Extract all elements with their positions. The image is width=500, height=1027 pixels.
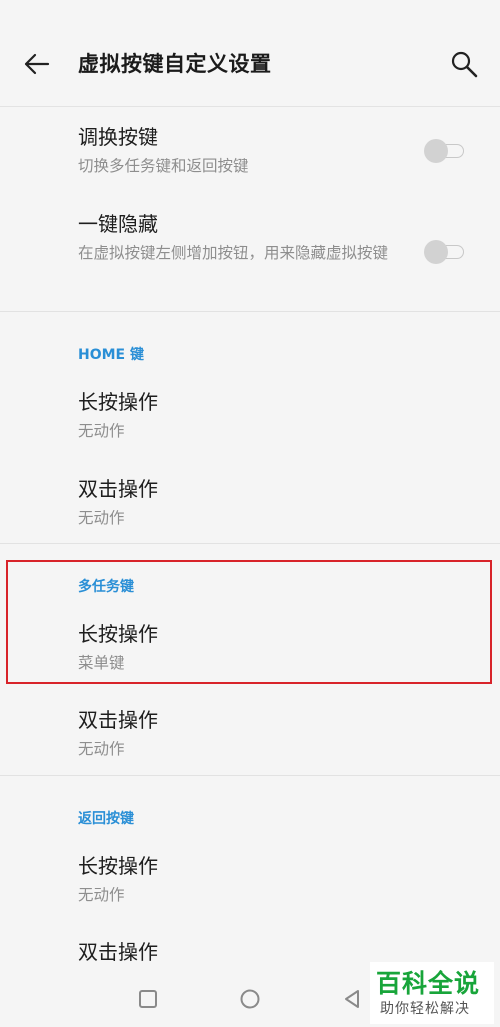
watermark-logo: 百科全说 助你轻松解决: [370, 962, 494, 1024]
one-key-hide-toggle[interactable]: [424, 240, 466, 264]
watermark-title: 百科全说: [376, 969, 481, 998]
section-header-home: HOME 键: [78, 347, 144, 363]
back-button[interactable]: [18, 46, 54, 82]
toggle-thumb: [424, 240, 448, 264]
toggle-thumb: [424, 139, 448, 163]
home-double-tap-item[interactable]: 双击操作 无动作: [78, 475, 158, 533]
item-title: 长按操作: [78, 390, 158, 414]
item-title: 双击操作: [78, 940, 158, 964]
page-title: 虚拟按键自定义设置: [78, 52, 272, 76]
one-key-hide-title: 一键隐藏: [78, 212, 158, 236]
square-icon: [139, 990, 157, 1008]
swap-keys-subtitle: 切换多任务键和返回按键: [78, 157, 249, 175]
search-button[interactable]: [446, 46, 482, 82]
divider: [0, 543, 500, 544]
item-subtitle: 无动作: [78, 740, 125, 758]
swap-keys-setting[interactable]: 调换按键 切换多任务键和返回按键: [78, 123, 249, 181]
one-key-hide-setting[interactable]: 一键隐藏 在虚拟按键左侧增加按钮，用来隐藏虚拟按键: [78, 210, 408, 268]
one-key-hide-subtitle: 在虚拟按键左侧增加按钮，用来隐藏虚拟按键: [78, 244, 389, 262]
back-double-tap-item[interactable]: 双击操作: [78, 938, 158, 966]
item-title: 长按操作: [78, 854, 158, 878]
search-icon: [451, 51, 478, 78]
circle-icon: [240, 989, 260, 1009]
home-button[interactable]: [236, 985, 264, 1017]
section-header-back: 返回按键: [78, 811, 134, 827]
nav-back-button[interactable]: [338, 985, 366, 1017]
swap-keys-toggle[interactable]: [424, 139, 466, 163]
arrow-left-icon: [24, 53, 50, 75]
swap-keys-title: 调换按键: [78, 125, 158, 149]
item-subtitle: 无动作: [78, 886, 125, 904]
recents-button[interactable]: [134, 985, 162, 1017]
divider: [0, 311, 500, 312]
highlight-annotation-box: [6, 560, 492, 684]
item-title: 双击操作: [78, 708, 158, 732]
item-title: 双击操作: [78, 477, 158, 501]
item-subtitle: 无动作: [78, 422, 125, 440]
app-bar: 虚拟按键自定义设置: [0, 0, 500, 107]
multitask-double-tap-item[interactable]: 双击操作 无动作: [78, 706, 158, 764]
triangle-back-icon: [345, 990, 359, 1008]
divider: [0, 775, 500, 776]
back-long-press-item[interactable]: 长按操作 无动作: [78, 852, 158, 910]
home-long-press-item[interactable]: 长按操作 无动作: [78, 388, 158, 446]
item-subtitle: 无动作: [78, 509, 125, 527]
watermark-subtitle: 助你轻松解决: [380, 1001, 470, 1017]
